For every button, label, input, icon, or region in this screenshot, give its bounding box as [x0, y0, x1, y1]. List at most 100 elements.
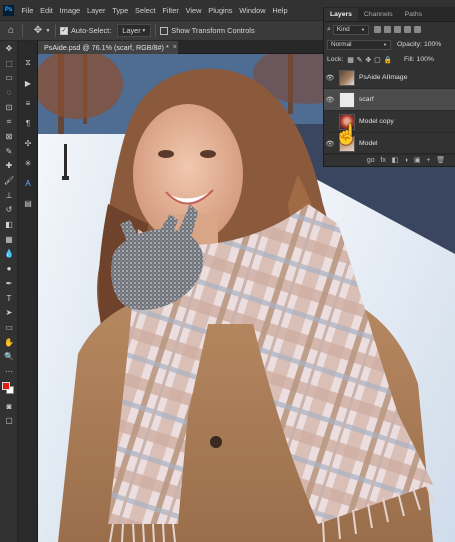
lock-transparency-icon[interactable]: ▦: [347, 56, 353, 64]
pen-tool-icon[interactable]: ✒: [0, 276, 18, 291]
brushes-panel-icon[interactable]: ✣: [18, 133, 38, 153]
object-select-tool-icon[interactable]: ⊡: [0, 100, 18, 115]
lasso-tool-icon[interactable]: ◌: [0, 85, 18, 100]
opacity-value[interactable]: 100%: [424, 41, 441, 48]
menu-type[interactable]: Type: [109, 6, 132, 15]
clone-stamp-tool-icon[interactable]: ⊥: [0, 188, 18, 203]
blend-mode-value: Normal: [331, 41, 352, 48]
layer-row-scarf[interactable]: 👁 scarf: [324, 89, 455, 111]
document-tab-bar: PsAide.psd @ 76.1% (scarf, RGB/8#) * ×: [38, 41, 323, 54]
foreground-color-swatch[interactable]: [2, 381, 10, 390]
menu-image[interactable]: Image: [56, 6, 83, 15]
auto-select-target-dropdown[interactable]: Layer ▼: [117, 24, 152, 37]
ai-plugin-panel-icon[interactable]: A: [18, 173, 38, 193]
menu-help[interactable]: Help: [269, 6, 291, 15]
panel-dock-strip: ⧖ ▶ ≡ ¶ ✣ ✳ A ▤: [18, 41, 38, 542]
adjustment-layer-icon[interactable]: ◑: [404, 157, 408, 164]
chevron-down-icon: ▼: [383, 42, 387, 47]
tools-panel: ✥ ⬚ ▭ ◌ ⊡ ⌗ ⊠ ✎ ✚ 🖌 ⊥ ↺ ◧ ▦ 💧 ● ✒ T ➤ ▭ …: [0, 41, 18, 542]
quick-mask-icon[interactable]: ◙: [0, 399, 18, 414]
menu-filter[interactable]: Filter: [159, 6, 182, 15]
menu-select[interactable]: Select: [132, 6, 159, 15]
eraser-tool-icon[interactable]: ◧: [0, 217, 18, 232]
lock-artboard-icon[interactable]: ▢: [374, 56, 380, 64]
history-brush-tool-icon[interactable]: ↺: [0, 203, 18, 218]
color-swatches[interactable]: [0, 379, 18, 399]
hand-tool-icon[interactable]: ✋: [0, 335, 18, 350]
blend-mode-dropdown[interactable]: Normal ▼: [327, 39, 391, 50]
menu-layer[interactable]: Layer: [84, 6, 109, 15]
layer-name: scarf: [359, 96, 374, 103]
close-icon[interactable]: ×: [173, 44, 177, 51]
brush-tool-icon[interactable]: 🖌: [0, 173, 18, 188]
learn-panel-icon[interactable]: ✳: [18, 153, 38, 173]
dodge-tool-icon[interactable]: ●: [0, 261, 18, 276]
paragraph-panel-icon[interactable]: ¶: [18, 113, 38, 133]
tab-paths[interactable]: Paths: [399, 8, 428, 21]
frame-tool-icon[interactable]: ⊠: [0, 129, 18, 144]
actions-panel-icon[interactable]: ▶: [18, 73, 38, 93]
auto-select-checkbox[interactable]: ✓: [60, 26, 68, 35]
lock-position-icon[interactable]: ✥: [365, 56, 371, 64]
move-tool-icon[interactable]: ✥: [31, 24, 45, 38]
pixel-filter-icon[interactable]: [373, 26, 381, 33]
lock-all-icon[interactable]: 🔒: [384, 56, 392, 64]
shape-filter-icon[interactable]: [403, 26, 411, 33]
menu-file[interactable]: File: [18, 6, 37, 15]
auto-select-label: Auto-Select:: [71, 26, 112, 35]
home-icon[interactable]: ⌂: [4, 24, 18, 38]
eye-icon[interactable]: 👁: [324, 74, 336, 82]
layer-name: Model copy: [359, 118, 394, 125]
eye-icon[interactable]: 👁: [324, 96, 336, 104]
document-tab-title: PsAide.psd @ 76.1% (scarf, RGB/8#) *: [44, 43, 169, 52]
menu-edit[interactable]: Edit: [37, 6, 57, 15]
blur-tool-icon[interactable]: 💧: [0, 247, 18, 262]
menu-window[interactable]: Window: [236, 6, 269, 15]
lock-pixels-icon[interactable]: ✎: [357, 56, 363, 64]
lock-label: Lock:: [327, 56, 344, 63]
menu-view[interactable]: View: [182, 6, 205, 15]
document-tab[interactable]: PsAide.psd @ 76.1% (scarf, RGB/8#) * ×: [38, 41, 178, 54]
eyedropper-tool-icon[interactable]: ✎: [0, 144, 18, 159]
rectangle-tool-icon[interactable]: ▭: [0, 320, 18, 335]
artboard-tool-icon[interactable]: ⬚: [0, 56, 18, 71]
layer-name: Model: [359, 140, 378, 147]
search-icon: ⌕: [327, 25, 331, 33]
layers-footer: go fx ◧ ◑ ▣ + 🗑: [324, 153, 455, 166]
crop-tool-icon[interactable]: ⌗: [0, 114, 18, 129]
path-select-tool-icon[interactable]: ➤: [0, 305, 18, 320]
divider: [22, 24, 23, 37]
move-tool-icon[interactable]: ✥: [0, 41, 18, 56]
photoshop-logo-icon[interactable]: Ps: [3, 4, 14, 16]
smart-object-filter-icon[interactable]: [413, 26, 421, 33]
add-style-icon[interactable]: fx: [380, 157, 385, 164]
screen-mode-icon[interactable]: ▢: [0, 414, 18, 429]
layer-row-psaide-aiimage[interactable]: 👁 PsAide AIImage: [324, 67, 455, 89]
healing-brush-tool-icon[interactable]: ✚: [0, 159, 18, 174]
layer-filter-dropdown[interactable]: Kind ▼: [332, 24, 369, 35]
tab-channels[interactable]: Channels: [358, 8, 399, 21]
properties-panel-icon[interactable]: ≡: [18, 93, 38, 113]
gradient-tool-icon[interactable]: ▦: [0, 232, 18, 247]
fill-value[interactable]: 100%: [417, 56, 434, 63]
chevron-down-icon: ▼: [141, 27, 147, 34]
history-panel-icon[interactable]: ⧖: [18, 53, 38, 73]
delete-layer-icon[interactable]: 🗑: [436, 156, 445, 164]
show-transform-checkbox[interactable]: [160, 26, 169, 35]
libraries-panel-icon[interactable]: ▤: [18, 193, 38, 213]
type-filter-icon[interactable]: [393, 26, 401, 33]
tab-layers[interactable]: Layers: [324, 8, 358, 21]
adjustment-filter-icon[interactable]: [383, 26, 391, 33]
new-group-icon[interactable]: ▣: [414, 156, 421, 164]
link-layers-icon[interactable]: go: [367, 157, 375, 164]
marquee-tool-icon[interactable]: ▭: [0, 70, 18, 85]
more-tools-icon[interactable]: ⋯: [0, 364, 18, 379]
chevron-down-icon[interactable]: ▼: [45, 24, 51, 38]
add-mask-icon[interactable]: ◧: [392, 156, 399, 164]
type-tool-icon[interactable]: T: [0, 291, 18, 306]
lock-row: Lock: ▦ ✎ ✥ ▢ 🔒 Fill: 100%: [324, 52, 455, 67]
new-layer-icon[interactable]: +: [426, 157, 430, 164]
zoom-tool-icon[interactable]: 🔍: [0, 349, 18, 364]
menu-plugins[interactable]: Plugins: [205, 6, 236, 15]
fill-label: Fill:: [403, 56, 415, 63]
